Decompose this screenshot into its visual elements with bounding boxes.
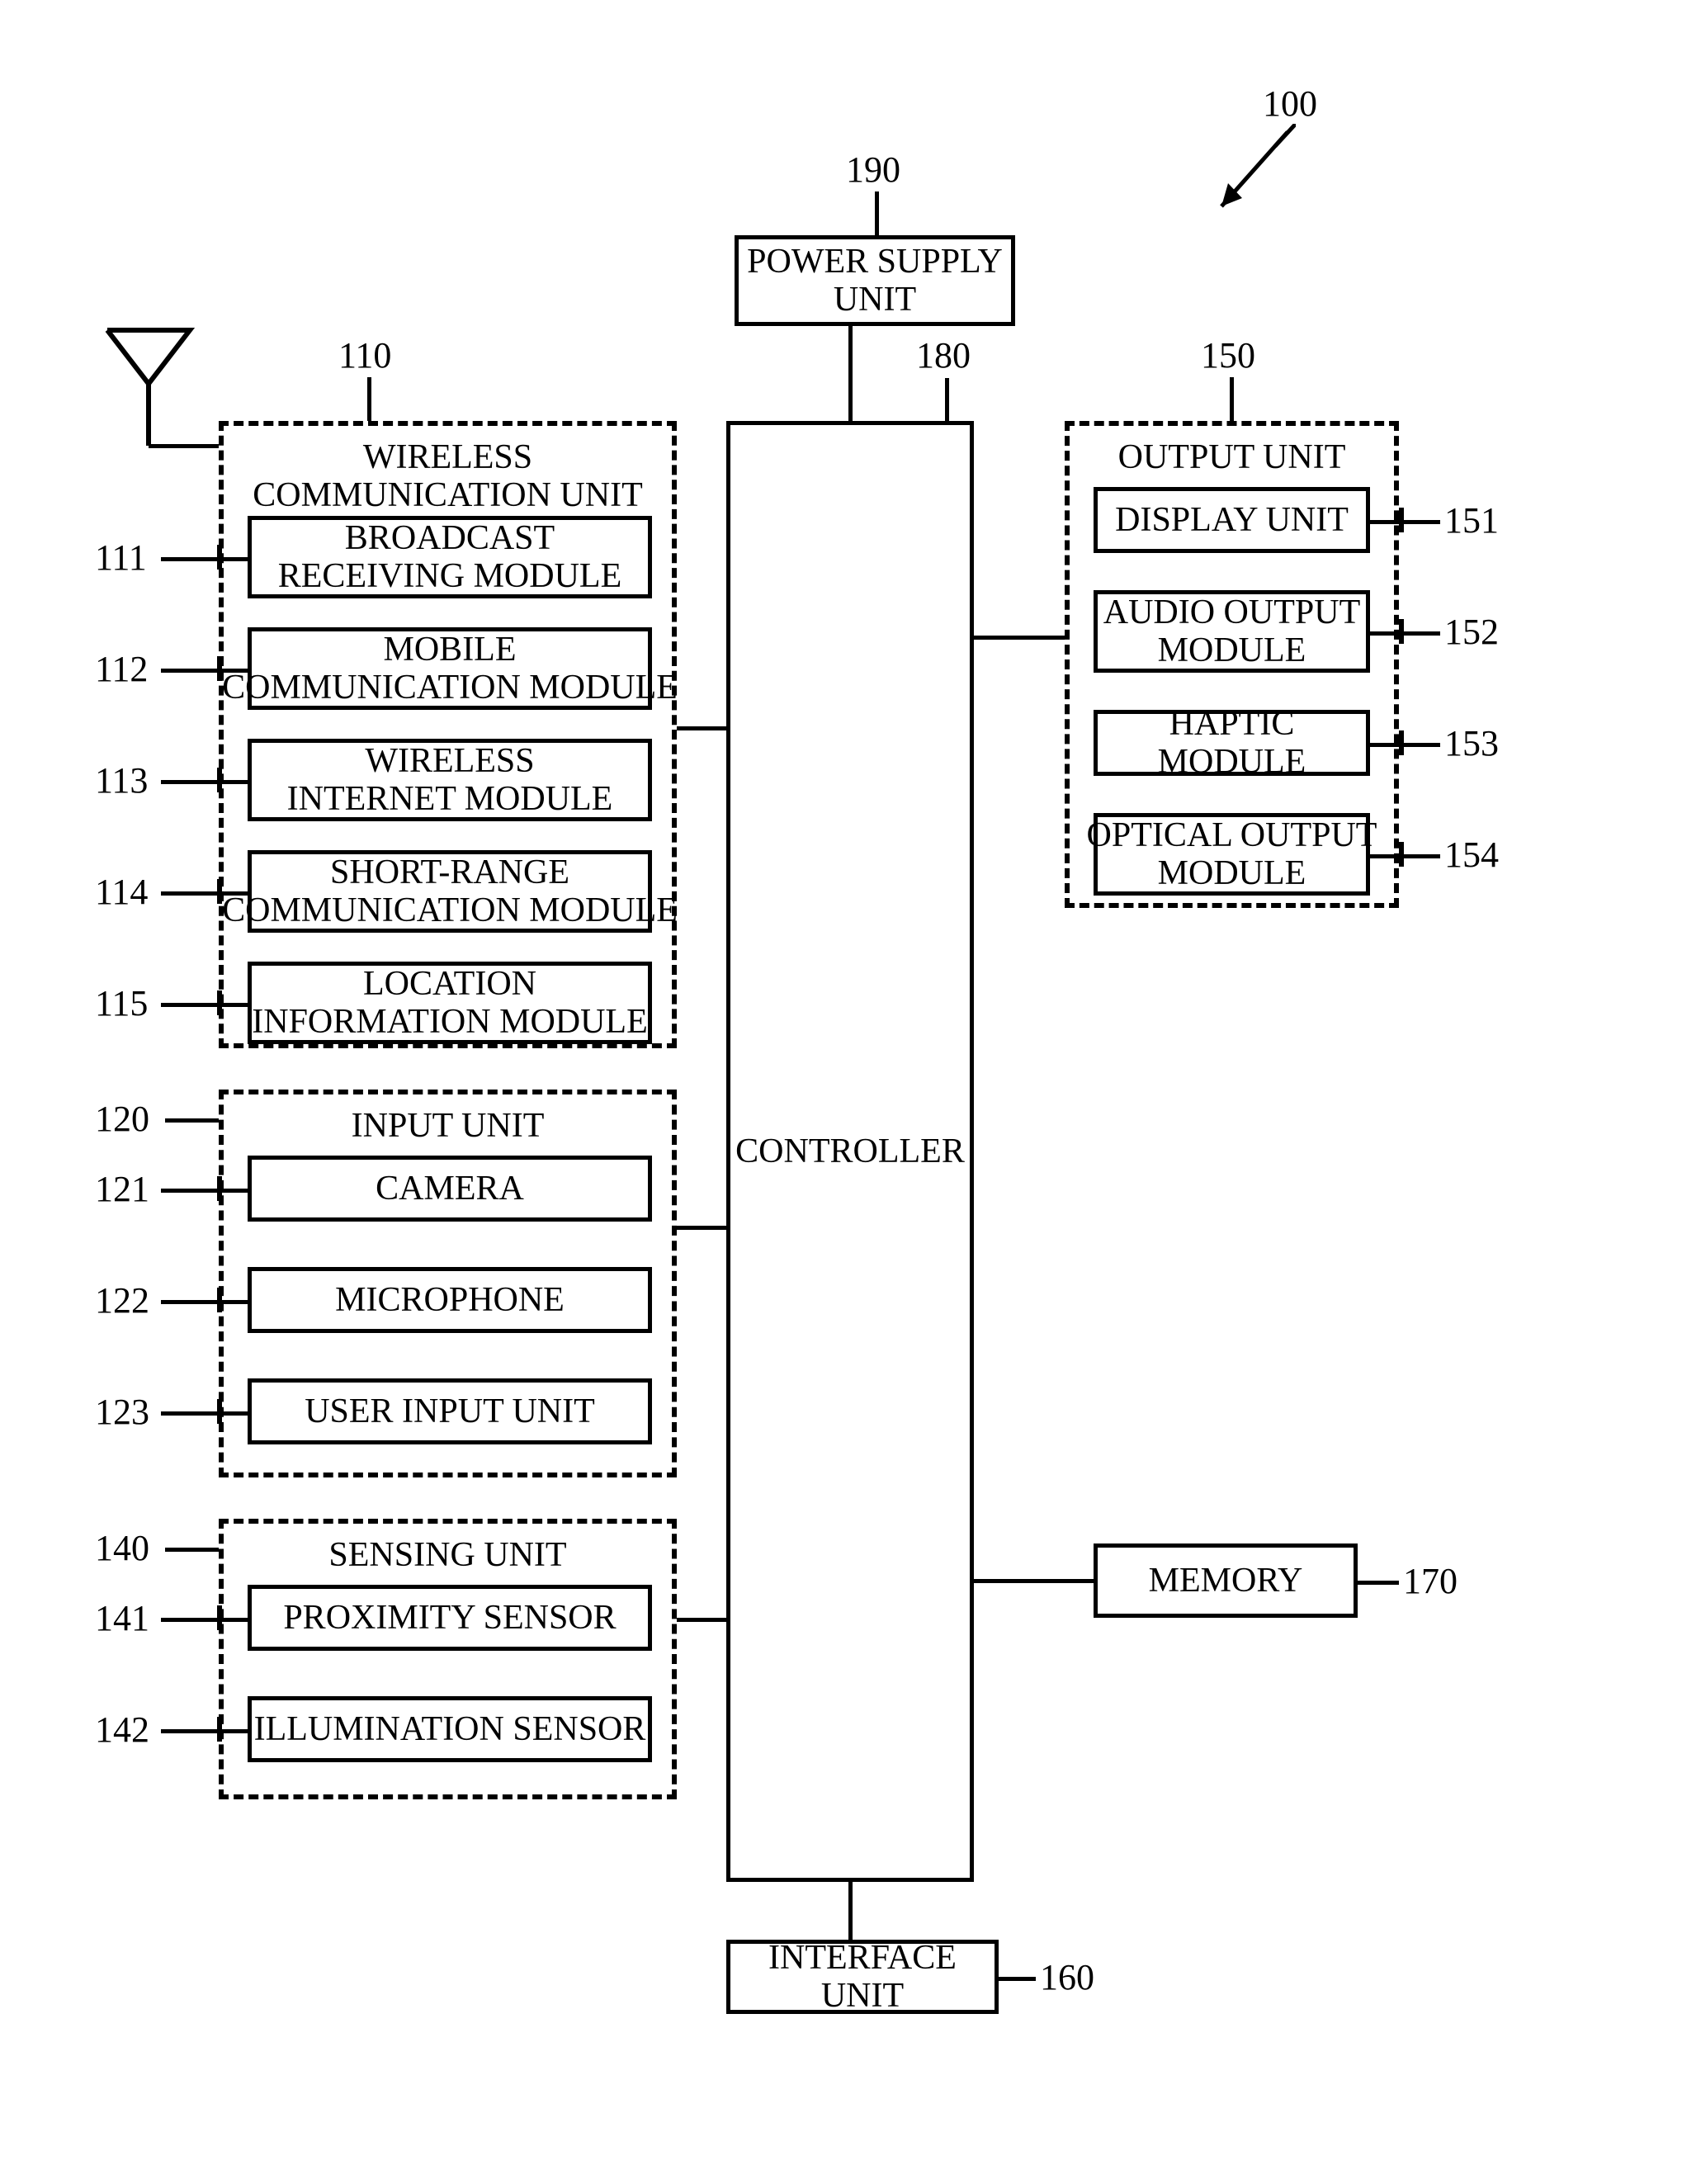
lead-190 <box>875 191 879 235</box>
lead-114 <box>161 891 248 896</box>
power-supply-unit-box: POWER SUPPLY UNIT <box>735 235 1015 326</box>
audio-box: AUDIO OUTPUT MODULE <box>1094 590 1370 673</box>
connector-controller-interface <box>848 1882 853 1940</box>
ref-160: 160 <box>1040 1956 1094 1998</box>
output-group-title: OUTPUT UNIT <box>1070 438 1394 476</box>
lead-120 <box>165 1118 219 1123</box>
lead-112 <box>161 669 248 673</box>
ref-152: 152 <box>1444 611 1499 653</box>
lead-111 <box>161 557 248 561</box>
tick-154 <box>1399 842 1404 867</box>
short-range-module-box: SHORT-RANGE COMMUNICATION MODULE <box>248 850 652 933</box>
memory-box: MEMORY <box>1094 1543 1358 1618</box>
lead-141 <box>161 1618 248 1622</box>
ref-122: 122 <box>95 1279 149 1321</box>
tick-152 <box>1399 619 1404 644</box>
lead-180 <box>945 378 949 421</box>
ref-190: 190 <box>846 149 900 191</box>
lead-154 <box>1370 854 1440 858</box>
ref-150: 150 <box>1201 334 1255 376</box>
broadcast-module-box: BROADCAST RECEIVING MODULE <box>248 516 652 598</box>
connector-sensing <box>677 1618 726 1622</box>
lead-123 <box>161 1411 248 1416</box>
tick-121 <box>217 1176 222 1201</box>
tick-113 <box>217 768 222 792</box>
optical-box: OPTICAL OUTPUT MODULE <box>1094 813 1370 896</box>
lead-110 <box>367 377 371 421</box>
lead-121 <box>161 1189 248 1193</box>
wireless-internet-module-box: WIRELESS INTERNET MODULE <box>248 739 652 821</box>
antenna-connector <box>149 444 219 448</box>
tick-111 <box>217 545 222 570</box>
tick-141 <box>217 1605 222 1630</box>
controller-box: CONTROLLER <box>726 421 974 1882</box>
ref-153: 153 <box>1444 722 1499 764</box>
ref-115: 115 <box>95 982 148 1024</box>
wireless-group: WIRELESS COMMUNICATION UNIT <box>219 421 677 1048</box>
user-input-box: USER INPUT UNIT <box>248 1378 652 1444</box>
proximity-box: PROXIMITY SENSOR <box>248 1585 652 1651</box>
ref-154: 154 <box>1444 834 1499 876</box>
ref-141: 141 <box>95 1597 149 1639</box>
mobile-module-box: MOBILE COMMUNICATION MODULE <box>248 627 652 710</box>
ref-110: 110 <box>338 334 391 376</box>
lead-152 <box>1370 631 1440 636</box>
connector-memory <box>974 1579 1094 1583</box>
lead-140 <box>165 1548 219 1552</box>
ref-140: 140 <box>95 1527 149 1569</box>
tick-123 <box>217 1399 222 1424</box>
connector-output <box>974 636 1065 640</box>
ref-111: 111 <box>95 537 147 579</box>
ref-170: 170 <box>1403 1560 1458 1602</box>
lead-170 <box>1358 1581 1399 1585</box>
camera-box: CAMERA <box>248 1156 652 1222</box>
lead-142 <box>161 1729 248 1733</box>
display-box: DISPLAY UNIT <box>1094 487 1370 553</box>
lead-150 <box>1230 377 1234 421</box>
tick-114 <box>217 879 222 904</box>
ref-121: 121 <box>95 1168 149 1210</box>
antenna-icon <box>99 322 198 450</box>
ref-142: 142 <box>95 1709 149 1751</box>
tick-153 <box>1399 730 1404 755</box>
tick-142 <box>217 1717 222 1742</box>
location-module-box: LOCATION INFORMATION MODULE <box>248 962 652 1044</box>
interface-unit-box: INTERFACE UNIT <box>726 1940 999 2014</box>
connector-wireless <box>677 726 726 730</box>
wireless-group-title: WIRELESS COMMUNICATION UNIT <box>224 438 672 514</box>
connector-power-controller <box>848 326 853 421</box>
microphone-box: MICROPHONE <box>248 1267 652 1333</box>
ref-123: 123 <box>95 1391 149 1433</box>
illumination-box: ILLUMINATION SENSOR <box>248 1696 652 1762</box>
ref-151: 151 <box>1444 499 1499 541</box>
lead-160 <box>999 1977 1036 1981</box>
ref-120: 120 <box>95 1098 149 1140</box>
lead-122 <box>161 1300 248 1304</box>
tick-112 <box>217 656 222 681</box>
ref-113: 113 <box>95 759 148 801</box>
lead-115 <box>161 1003 248 1007</box>
ref-112: 112 <box>95 648 148 690</box>
connector-input <box>677 1226 726 1230</box>
diagram-canvas: 100 POWER SUPPLY UNIT 190 CONTROLLER 180… <box>0 0 1682 2184</box>
ref-180: 180 <box>916 334 971 376</box>
tick-151 <box>1399 508 1404 532</box>
sensing-group-title: SENSING UNIT <box>224 1536 672 1574</box>
ref-100: 100 <box>1263 83 1317 125</box>
tick-122 <box>217 1288 222 1312</box>
haptic-box: HAPTIC MODULE <box>1094 710 1370 776</box>
arrow-100 <box>1197 124 1296 223</box>
input-group-title: INPUT UNIT <box>224 1107 672 1145</box>
lead-153 <box>1370 743 1440 747</box>
tick-115 <box>217 990 222 1015</box>
lead-113 <box>161 780 248 784</box>
lead-151 <box>1370 520 1440 524</box>
ref-114: 114 <box>95 871 148 913</box>
